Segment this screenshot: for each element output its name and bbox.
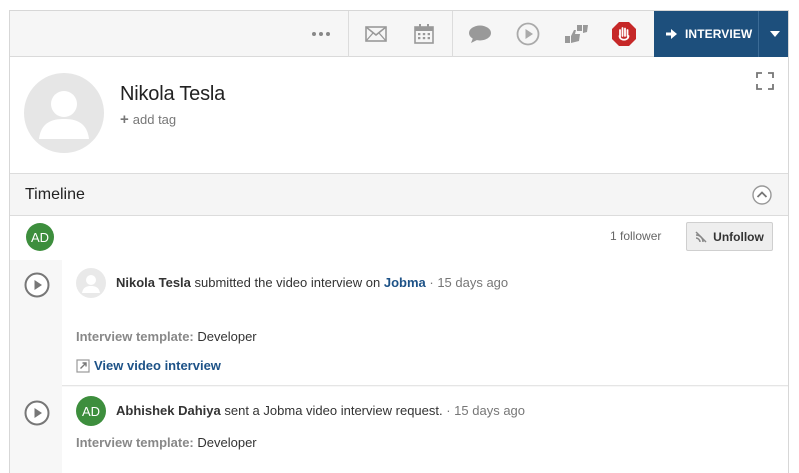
calendar-button[interactable] bbox=[400, 11, 448, 57]
thumbs-button[interactable] bbox=[552, 11, 600, 57]
timestamp: 15 days ago bbox=[454, 403, 526, 418]
interview-button[interactable]: INTERVIEW bbox=[654, 11, 758, 57]
arrow-right-icon bbox=[666, 29, 677, 39]
activity-text: Abhishek Dahiya sent a Jobma video inter… bbox=[116, 403, 526, 418]
mail-button[interactable] bbox=[352, 11, 400, 57]
follower-avatar[interactable]: AD bbox=[26, 223, 54, 251]
follower-count: 1 follower bbox=[610, 229, 662, 243]
external-link-icon bbox=[76, 358, 90, 373]
actor-name[interactable]: Nikola Tesla bbox=[116, 275, 191, 290]
view-video-interview-label: View video interview bbox=[94, 358, 221, 373]
more-icon bbox=[312, 32, 330, 36]
timeline-header: Timeline bbox=[10, 173, 788, 216]
chevron-up-circle-icon[interactable] bbox=[752, 185, 772, 205]
interview-template: Interview template: Developer bbox=[76, 435, 257, 450]
expand-icon[interactable] bbox=[756, 72, 774, 90]
actor-avatar: AD bbox=[76, 396, 106, 426]
timeline-title: Timeline bbox=[25, 186, 85, 203]
timeline-list: Nikola Tesla submitted the video intervi… bbox=[10, 260, 788, 473]
interview-template: Interview template: Developer bbox=[76, 329, 257, 344]
user-placeholder-icon bbox=[39, 91, 89, 139]
candidate-name: Nikola Tesla bbox=[120, 83, 226, 105]
add-tag-link[interactable]: + add tag bbox=[120, 111, 176, 128]
action-toolbar: INTERVIEW bbox=[10, 11, 788, 57]
user-placeholder-icon bbox=[82, 275, 100, 293]
chat-button[interactable] bbox=[456, 11, 504, 57]
unfollow-icon bbox=[695, 230, 707, 243]
jobma-link[interactable]: Jobma bbox=[384, 275, 426, 290]
timeline-item: AD Abhishek Dahiya sent a Jobma video in… bbox=[10, 387, 788, 473]
interview-dropdown-button[interactable] bbox=[758, 11, 788, 57]
calendar-icon bbox=[414, 24, 434, 44]
toolbar-group-interview bbox=[456, 11, 648, 57]
unfollow-label: Unfollow bbox=[713, 229, 764, 244]
view-video-interview-link[interactable]: View video interview bbox=[76, 358, 221, 373]
play-circle-icon[interactable] bbox=[24, 400, 50, 426]
activity-text: Nikola Tesla submitted the video intervi… bbox=[116, 275, 509, 290]
actor-name[interactable]: Abhishek Dahiya bbox=[116, 403, 221, 418]
profile-header: Nikola Tesla + add tag bbox=[10, 57, 788, 173]
play-icon bbox=[516, 22, 540, 46]
more-button[interactable] bbox=[297, 11, 345, 57]
caret-down-icon bbox=[769, 31, 780, 37]
add-tag-label: add tag bbox=[132, 112, 177, 127]
plus-icon: + bbox=[120, 111, 129, 128]
toolbar-group-more bbox=[297, 11, 345, 57]
timeline-item: Nikola Tesla submitted the video intervi… bbox=[10, 260, 788, 386]
avatar bbox=[24, 73, 104, 153]
reject-button[interactable] bbox=[600, 11, 648, 57]
followers-row: AD 1 follower Unfollow bbox=[10, 216, 788, 260]
timeline-card: AD Abhishek Dahiya sent a Jobma video in… bbox=[62, 387, 788, 473]
play-button[interactable] bbox=[504, 11, 552, 57]
interview-button-label: INTERVIEW bbox=[685, 27, 753, 41]
avatar bbox=[76, 268, 106, 298]
mail-icon bbox=[365, 26, 387, 42]
timeline-card: Nikola Tesla submitted the video intervi… bbox=[62, 260, 788, 386]
thumbs-icon bbox=[565, 25, 588, 43]
play-circle-icon[interactable] bbox=[24, 272, 50, 298]
chat-icon bbox=[469, 25, 491, 43]
candidate-panel: INTERVIEW Nikola Tesla + add tag Timeline… bbox=[9, 10, 789, 473]
toolbar-group-communicate bbox=[352, 11, 448, 57]
stop-icon bbox=[612, 22, 636, 46]
unfollow-button[interactable]: Unfollow bbox=[686, 222, 773, 251]
timestamp: 15 days ago bbox=[437, 275, 509, 290]
